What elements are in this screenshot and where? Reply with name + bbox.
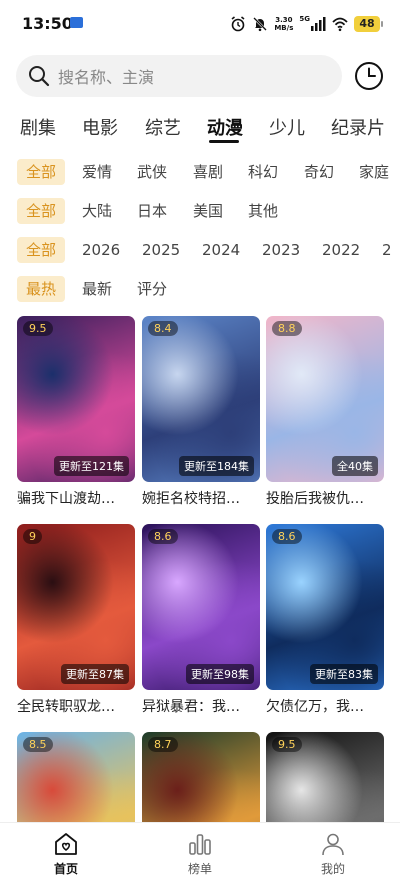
app-notification-icon (70, 17, 83, 28)
region-chip-all[interactable]: 全部 (17, 198, 66, 224)
year-chip[interactable]: 2 (382, 237, 392, 263)
content-card[interactable]: 8.8 全40集 投胎后我被仇… (266, 316, 384, 508)
search-icon (29, 66, 50, 87)
score-badge: 9.5 (23, 321, 53, 336)
genre-chip-all[interactable]: 全部 (17, 159, 66, 185)
nav-mine-label: 我的 (320, 862, 345, 876)
status-time: 13:50 (22, 14, 73, 33)
poster-image: 9.5 更新至121集 (17, 316, 135, 482)
search-placeholder: 搜名称、主演 (58, 68, 155, 87)
score-badge: 8.6 (148, 529, 178, 544)
genre-chip[interactable]: 爱情 (82, 159, 112, 185)
score-badge: 9 (23, 529, 42, 544)
score-badge: 8.8 (272, 321, 302, 336)
nav-rank[interactable]: 榜单 (160, 831, 240, 877)
content-card[interactable]: 8.6 更新至83集 欠债亿万，我… (266, 524, 384, 716)
genre-filter-row: 全部 爱情 武侠 喜剧 科幻 奇幻 家庭 (0, 159, 400, 185)
sort-chip[interactable]: 最新 (82, 276, 112, 302)
card-title: 欠债亿万，我… (266, 699, 364, 715)
score-badge: 8.6 (272, 529, 302, 544)
region-filter-row: 全部 大陆 日本 美国 其他 (0, 198, 400, 224)
status-bar: 13:50 3.30 MB/s 5G 48 (0, 0, 400, 48)
score-badge: 8.5 (23, 737, 53, 752)
content-card[interactable]: 9 更新至87集 全民转职驭龙… (17, 524, 135, 716)
genre-chip[interactable]: 武侠 (137, 159, 167, 185)
year-chip[interactable]: 2024 (202, 237, 240, 263)
sort-chip-hot[interactable]: 最热 (17, 276, 66, 302)
episode-badge: 更新至83集 (310, 664, 378, 684)
history-clock-icon[interactable] (354, 61, 384, 91)
year-chip-all[interactable]: 全部 (17, 237, 66, 263)
battery-indicator: 48 (354, 16, 383, 32)
tab-kids[interactable]: 少儿 (269, 114, 305, 140)
card-title: 婉拒名校特招… (142, 491, 240, 507)
episode-badge: 更新至98集 (186, 664, 254, 684)
score-badge: 8.7 (148, 737, 178, 752)
home-heart-icon (55, 833, 77, 855)
chart-bars-icon (189, 834, 211, 855)
card-title: 投胎后我被仇… (266, 491, 364, 507)
sort-filter-row: 最热 最新 评分 (0, 276, 400, 302)
episode-badge: 更新至121集 (54, 456, 129, 476)
card-title: 骗我下山渡劫… (17, 491, 115, 507)
content-card[interactable]: 9.5 更新至121集 骗我下山渡劫… (17, 316, 135, 508)
score-badge: 8.4 (148, 321, 178, 336)
active-tab-indicator (209, 140, 239, 143)
poster-image: 8.6 更新至83集 (266, 524, 384, 690)
year-chip[interactable]: 2022 (322, 237, 360, 263)
sort-chip[interactable]: 评分 (137, 276, 167, 302)
category-tabs: 剧集 电影 综艺 动漫 少儿 纪录片 (0, 106, 400, 146)
card-title: 异狱暴君：我… (142, 699, 240, 715)
search-input[interactable]: 搜名称、主演 (16, 55, 342, 97)
user-icon (322, 833, 344, 856)
genre-chip[interactable]: 喜剧 (193, 159, 223, 185)
status-icons: 3.30 MB/s 5G 48 (230, 13, 383, 35)
mute-bell-icon (253, 17, 268, 32)
year-chip[interactable]: 2026 (82, 237, 120, 263)
region-chip[interactable]: 其他 (248, 198, 278, 224)
genre-chip[interactable]: 家庭 (359, 159, 389, 185)
year-chip[interactable]: 2025 (142, 237, 180, 263)
nav-rank-label: 榜单 (187, 862, 212, 876)
tab-anime[interactable]: 动漫 (207, 114, 243, 140)
poster-image: 8.8 全40集 (266, 316, 384, 482)
year-filter-row: 全部 2026 2025 2024 2023 2022 2 (0, 237, 400, 263)
network-type: 5G (299, 15, 310, 23)
poster-image: 9 更新至87集 (17, 524, 135, 690)
tab-series[interactable]: 剧集 (20, 114, 56, 140)
region-chip[interactable]: 日本 (137, 198, 167, 224)
network-speed: 3.30 MB/s (274, 16, 294, 32)
episode-badge: 全40集 (332, 456, 378, 476)
signal-icon (311, 17, 326, 31)
content-card[interactable]: 8.6 更新至98集 异狱暴君：我… (142, 524, 260, 716)
year-chip[interactable]: 2023 (262, 237, 300, 263)
nav-mine[interactable]: 我的 (293, 831, 373, 877)
episode-badge: 更新至184集 (179, 456, 254, 476)
bottom-navigation: 首页 榜单 我的 (0, 822, 400, 889)
tab-variety[interactable]: 综艺 (145, 114, 181, 140)
region-chip[interactable]: 大陆 (82, 198, 112, 224)
genre-chip[interactable]: 科幻 (248, 159, 278, 185)
episode-badge: 更新至87集 (61, 664, 129, 684)
card-title: 全民转职驭龙… (17, 699, 115, 715)
nav-home-label: 首页 (53, 862, 78, 876)
region-chip[interactable]: 美国 (193, 198, 223, 224)
tab-documentary[interactable]: 纪录片 (331, 114, 385, 140)
poster-image: 8.4 更新至184集 (142, 316, 260, 482)
content-card[interactable]: 8.4 更新至184集 婉拒名校特招… (142, 316, 260, 508)
wifi-icon (332, 17, 348, 32)
genre-chip[interactable]: 奇幻 (304, 159, 334, 185)
score-badge: 9.5 (272, 737, 302, 752)
poster-image: 8.6 更新至98集 (142, 524, 260, 690)
alarm-icon (231, 16, 245, 32)
nav-home[interactable]: 首页 (26, 831, 106, 877)
tab-movie[interactable]: 电影 (82, 114, 118, 140)
